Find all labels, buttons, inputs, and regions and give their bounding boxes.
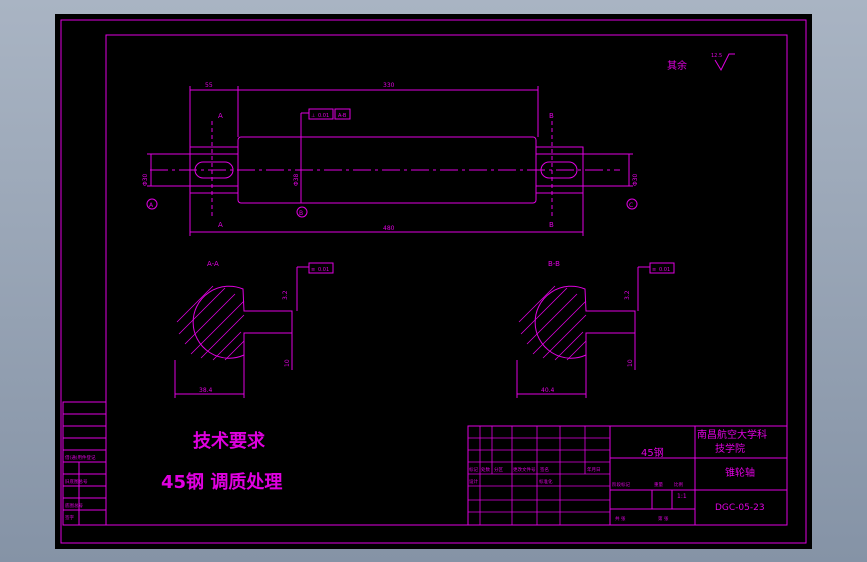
middle-diameter: Φ38 [293,173,300,186]
tb-count: 处数 [481,466,490,473]
datum-right-letter: C [629,202,633,209]
section-a-dim-width: 3.2 [282,290,289,300]
shaft-main-view [146,86,638,236]
tb-zone: 分区 [494,466,503,473]
tb-change: 更改文件号 [513,466,536,473]
dim-mid-length: 330 [383,82,395,89]
section-a-dim-bottom: 38.4 [199,387,213,394]
dim-total-length: 480 [383,225,395,232]
title-school-line2: 技学院 [715,442,745,455]
tolerance-b-symbol: ≡ [652,267,656,273]
section-mark-b-top: B [549,112,554,120]
section-mark-b-bottom: B [549,221,554,229]
tb-sheet: 第 张 [658,515,669,522]
tb-mark: 标记 [469,466,478,473]
section-a-dim-depth: 10 [284,359,291,367]
drawing-border [60,19,807,544]
title-part-name: 锥轮轴 [725,466,755,479]
tb-design: 设计 [469,478,478,485]
tolerance-b-value: 0.01 [659,267,670,273]
section-b-title: B-B [548,260,560,268]
section-b-dim-depth: 10 [627,359,634,367]
cad-viewport[interactable]: 其余 12.5 55 330 480 A A B B Φ30 Φ38 Φ30 A… [55,14,812,549]
tolerance-main-value: 0.01 [318,113,329,119]
section-b-b [516,262,675,398]
tolerance-main-datum: A-B [338,113,347,119]
title-material: 45钢 [641,446,664,459]
tb-sheet-total: 共 张 [615,515,626,522]
engineering-drawing: 其余 12.5 55 330 480 A A B B Φ30 Φ38 Φ30 A… [60,19,807,544]
dim-left-length: 55 [205,82,213,89]
section-b-outline [534,285,636,359]
tb-sign: 签名 [540,466,549,473]
section-a-title: A-A [207,260,219,268]
tb-stage: 阶段标记 [612,481,630,488]
strip-label2: 旧底图总号 [65,478,88,485]
strip-label1: 借(通)用件登记 [65,454,96,461]
strip-label3: 底图总号 [65,502,83,509]
section-mark-a-top: A [218,112,223,120]
datum-left-letter: A [149,202,154,209]
left-diameter: Φ30 [142,173,149,186]
title-drawing-number: DGC-05-23 [715,503,765,513]
tb-weight: 重量 [654,481,663,488]
tolerance-a-value: 0.01 [318,267,329,273]
section-b-dim-bottom: 40.4 [541,387,555,394]
strip-label4: 签字 [65,514,74,521]
tb-scale-label: 比例 [674,481,683,488]
tb-date: 年月日 [587,466,601,473]
tolerance-a-symbol: ≡ [311,267,315,273]
section-b-dim-width: 3.2 [624,290,631,300]
tech-requirements-title: 技术要求 [193,430,266,452]
surface-finish-value: 12.5 [711,53,722,59]
tech-requirements-line1: 45钢 调质处理 [161,471,282,493]
tb-standard: 标准化 [539,478,553,485]
surface-finish-label: 其余 [667,59,687,72]
section-a-outline [192,285,293,359]
datum-mid-letter: B [299,210,303,217]
tolerance-main-symbol: ⊥ [311,113,315,119]
right-diameter: Φ30 [632,173,639,186]
section-mark-a-bottom: A [218,221,223,229]
section-a-a [174,262,334,398]
title-scale: 1:1 [677,493,687,500]
title-school-line1: 南昌航空大学科 [697,428,767,441]
